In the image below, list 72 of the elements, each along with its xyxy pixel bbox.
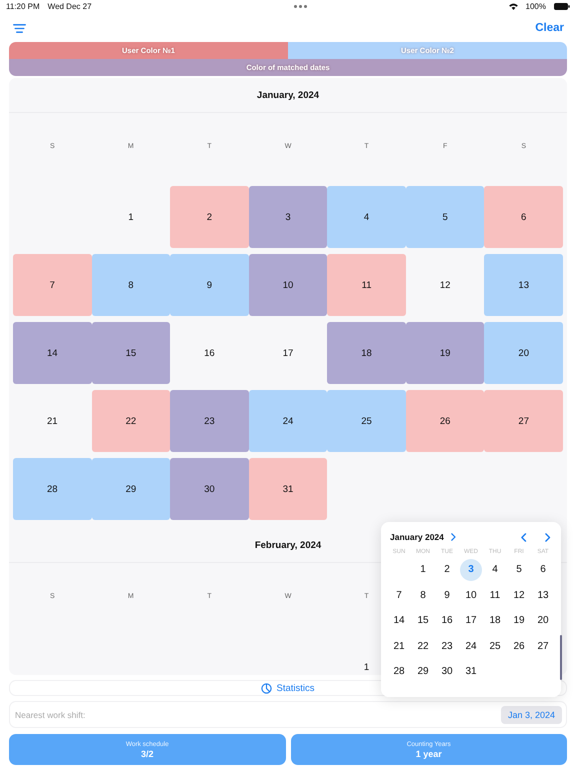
calendar-day[interactable]: 7 — [13, 254, 92, 316]
calendar-day[interactable]: 29 — [92, 458, 170, 520]
calendar-day[interactable]: 23 — [170, 390, 249, 452]
calendar-day[interactable]: 9 — [170, 254, 249, 316]
calendar-day[interactable]: 28 — [13, 458, 92, 520]
wifi-icon — [508, 2, 518, 10]
chevron-right-icon — [545, 532, 551, 542]
calendar-day[interactable]: 4 — [327, 186, 406, 248]
clear-button[interactable]: Clear — [535, 22, 564, 34]
picker-day[interactable]: 26 — [508, 635, 530, 658]
calendar-day[interactable]: 6 — [484, 186, 563, 248]
picker-day[interactable]: 22 — [412, 635, 434, 658]
calendar-day[interactable]: 26 — [406, 390, 484, 452]
picker-day[interactable]: 16 — [436, 610, 458, 632]
calendar-day[interactable]: 25 — [327, 390, 406, 452]
picker-day[interactable]: 23 — [436, 635, 458, 658]
picker-day[interactable]: 11 — [484, 584, 506, 606]
status-time: 11:20 PM — [6, 2, 40, 10]
nearest-shift-label: Nearest work shift: — [15, 710, 86, 720]
picker-day[interactable]: 29 — [412, 660, 434, 683]
calendar-day[interactable]: 21 — [13, 390, 92, 452]
picker-day[interactable]: 15 — [412, 610, 434, 632]
picker-day[interactable]: 14 — [388, 610, 410, 632]
picker-day[interactable]: 30 — [436, 660, 458, 683]
picker-day[interactable]: 24 — [460, 635, 482, 658]
calendar-day[interactable]: 15 — [92, 322, 170, 384]
calendar-day[interactable]: 13 — [484, 254, 563, 316]
menu-icon[interactable] — [13, 24, 26, 32]
pie-chart-icon — [261, 682, 272, 694]
scroll-indicator — [560, 635, 562, 680]
calendar-day[interactable]: 2 — [170, 186, 249, 248]
calendar-day[interactable]: 17 — [248, 322, 328, 384]
picker-day[interactable]: 17 — [460, 610, 482, 632]
calendar-day[interactable]: 19 — [406, 322, 484, 384]
multitasking-icon[interactable] — [294, 4, 307, 8]
calendar-day[interactable]: 10 — [248, 254, 328, 316]
chevron-right-icon — [451, 533, 456, 541]
picker-day[interactable]: 18 — [484, 610, 506, 632]
calendar-day[interactable]: 5 — [406, 186, 484, 248]
picker-day[interactable]: 10 — [460, 584, 482, 606]
picker-day[interactable]: 25 — [484, 635, 506, 658]
calendar-day[interactable]: 14 — [13, 322, 92, 384]
calendar-day[interactable]: 31 — [248, 458, 328, 520]
calendar-day[interactable]: 27 — [484, 390, 563, 452]
picker-month-title[interactable]: January 2024 — [390, 532, 444, 542]
calendar-day[interactable]: 11 — [327, 254, 406, 316]
calendar-day[interactable]: 24 — [248, 390, 328, 452]
status-date: Wed Dec 27 — [48, 2, 92, 10]
calendar-day[interactable]: 22 — [92, 390, 170, 452]
calendar-day[interactable]: 3 — [248, 186, 328, 248]
picker-day[interactable]: 28 — [388, 660, 410, 683]
chevron-left-icon — [521, 532, 527, 542]
calendar-day[interactable]: 1 — [92, 186, 170, 248]
calendar-day[interactable]: 12 — [406, 254, 484, 316]
calendar-day[interactable]: 16 — [170, 322, 249, 384]
calendar-day[interactable]: 30 — [170, 458, 249, 520]
battery-level: 100% — [526, 2, 546, 10]
picker-day[interactable]: 8 — [412, 584, 434, 606]
picker-day[interactable]: 19 — [508, 610, 530, 632]
picker-day[interactable]: 27 — [532, 635, 554, 658]
calendar-day[interactable]: 20 — [484, 322, 563, 384]
picker-day[interactable]: 12 — [508, 584, 530, 606]
calendar-day[interactable]: 18 — [327, 322, 406, 384]
picker-day[interactable]: 7 — [388, 584, 410, 606]
picker-day[interactable]: 9 — [436, 584, 458, 606]
picker-day[interactable]: 20 — [532, 610, 554, 632]
month-title: January, 2024 — [9, 78, 567, 113]
picker-day[interactable]: 21 — [388, 635, 410, 658]
picker-day[interactable]: 31 — [460, 660, 482, 683]
picker-day[interactable]: 13 — [532, 584, 554, 606]
calendar-day[interactable]: 8 — [92, 254, 170, 316]
battery-icon — [554, 2, 570, 10]
